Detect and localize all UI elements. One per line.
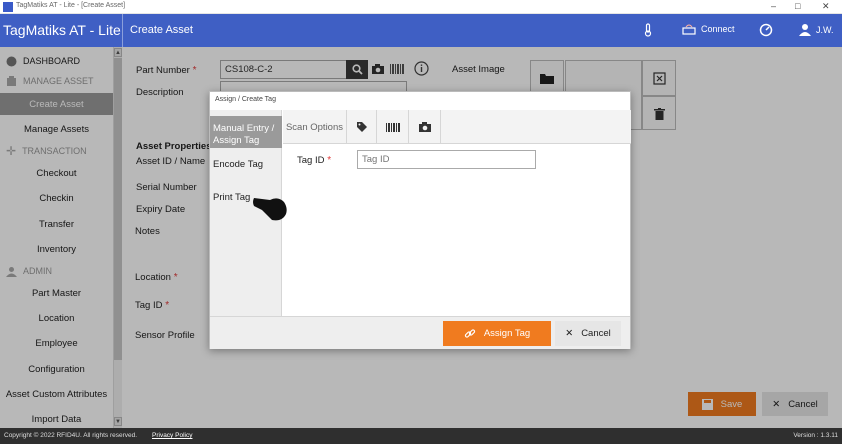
window-title: TagMatiks AT - Lite - [Create Asset]: [16, 2, 126, 9]
dialog-title: Assign / Create Tag: [215, 96, 276, 103]
scan-options-bar: Scan Options: [283, 110, 631, 144]
tag-icon[interactable]: [347, 110, 377, 144]
close-window-button[interactable]: ✕: [822, 1, 830, 12]
tab-encode-tag[interactable]: Encode Tag: [210, 159, 282, 171]
dialog-footer: Assign Tag ✕ Cancel: [210, 316, 630, 349]
connect-label: Connect: [701, 24, 735, 34]
barcode-scan-icon[interactable]: [377, 110, 409, 144]
page-title: Create Asset: [130, 24, 193, 36]
minimize-button[interactable]: –: [771, 1, 776, 11]
camera-scan-icon[interactable]: [409, 110, 441, 144]
hand-pointer-icon: [252, 192, 290, 227]
app-header: TagMatiks AT - Lite Create Asset Connect…: [0, 14, 842, 47]
version-text: Version : 1.3.11: [793, 432, 838, 439]
maximize-button[interactable]: □: [795, 1, 800, 11]
user-icon: [799, 24, 811, 36]
window-title-bar: TagMatiks AT - Lite - [Create Asset] – □…: [0, 0, 842, 14]
reader-icon: [682, 24, 696, 35]
brand-name: TagMatiks AT - Lite: [3, 22, 121, 38]
tab-manual-entry[interactable]: Manual Entry / Assign Tag: [210, 116, 282, 148]
dialog-tag-id-label: Tag ID *: [297, 155, 332, 166]
app-icon: [3, 2, 13, 12]
thermometer-icon[interactable]: [643, 23, 653, 37]
close-icon: ✕: [565, 328, 574, 339]
header-divider: [122, 14, 123, 47]
user-name: J.W.: [816, 24, 834, 35]
copyright-text: Copyright © 2022 RFID4U. All rights rese…: [4, 432, 138, 439]
connect-button[interactable]: Connect: [682, 23, 735, 35]
link-icon: [464, 328, 476, 338]
user-menu[interactable]: J.W.: [799, 23, 834, 36]
privacy-policy-link[interactable]: Privacy Policy: [152, 432, 192, 439]
tag-id-input[interactable]: [357, 150, 536, 169]
assign-tag-dialog: Assign / Create Tag Manual Entry / Assig…: [209, 91, 631, 349]
dialog-cancel-button[interactable]: ✕ Cancel: [555, 321, 621, 346]
speedometer-icon[interactable]: [759, 23, 773, 37]
footer: Copyright © 2022 RFID4U. All rights rese…: [0, 428, 842, 444]
scan-options-label: Scan Options: [283, 110, 347, 144]
assign-tag-button[interactable]: Assign Tag: [443, 321, 551, 346]
